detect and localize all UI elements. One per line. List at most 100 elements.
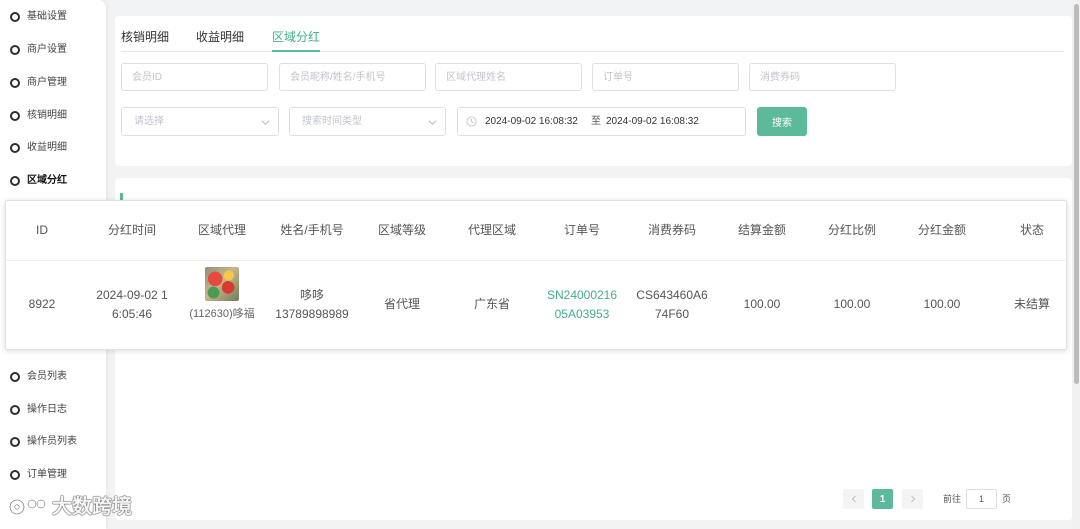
- cell-dividend-ratio: 100.00: [833, 297, 871, 312]
- sidebar-item-label: 商户管理: [27, 77, 67, 88]
- cell-order-no: SN2400021605A03953: [537, 260, 627, 349]
- sidebar-item-label: 核销明细: [27, 110, 67, 121]
- column-header-id: ID: [6, 201, 87, 261]
- chevron-down-icon: [261, 120, 270, 126]
- range-separator: 至: [591, 116, 601, 127]
- dividend-table: ID 分红时间 区域代理 姓名/手机号 区域等级 代理区域 订单号 消费券码 结…: [6, 201, 1066, 349]
- sidebar-item-merchant-settings[interactable]: 商户设置: [0, 42, 104, 58]
- sidebar-item-earnings-details[interactable]: 收益明细: [0, 140, 104, 156]
- sidebar-item-label: 基础设置: [27, 11, 67, 22]
- agent-name-input[interactable]: [435, 63, 582, 91]
- dividend-time-text: 2024-09-02 16:05:46: [96, 287, 168, 321]
- cell-dividend-amount: 100.00: [923, 297, 961, 312]
- prev-page-button[interactable]: [843, 489, 864, 509]
- agent-info: (112630)哆福: [177, 267, 267, 324]
- sidebar-item-basic-settings[interactable]: 基础设置: [0, 9, 104, 25]
- sidebar-item-label: 订单管理: [27, 469, 67, 480]
- date-range-picker[interactable]: 2024-09-02 16:08:32 至 2024-09-02 16:08:3…: [457, 107, 746, 136]
- circle-icon: [10, 372, 20, 382]
- cell-settle-amount: 100.00: [743, 297, 781, 312]
- column-header-settle-amount: 结算金额: [717, 201, 807, 261]
- column-header-dividend-time: 分红时间: [87, 201, 177, 261]
- circle-icon: [10, 176, 20, 186]
- circle-icon: [10, 405, 20, 415]
- select-placeholder: 搜索时间类型: [302, 116, 362, 127]
- member-name: 哆哆: [299, 287, 324, 302]
- tab-regional-dividend[interactable]: 区域分红: [272, 29, 320, 45]
- sidebar-item-label: 收益明细: [27, 142, 67, 153]
- cell-region-level: 省代理: [383, 297, 420, 312]
- column-header-status: 状态: [987, 201, 1066, 261]
- chevron-left-icon: [851, 495, 856, 503]
- cell-name-phone: 哆哆 13789898989: [267, 260, 357, 349]
- region-level-select[interactable]: 请选择: [121, 107, 279, 136]
- column-header-dividend-amount: 分红金额: [897, 201, 987, 261]
- sidebar-item-label: 商户设置: [27, 44, 67, 55]
- circle-icon: [10, 12, 20, 22]
- circle-icon: [10, 437, 20, 447]
- sidebar-item-label: 操作员列表: [27, 436, 77, 447]
- column-header-dividend-ratio: 分红比例: [807, 201, 897, 261]
- circle-icon: [10, 143, 20, 153]
- sidebar-item-label: 会员列表: [27, 371, 67, 382]
- column-header-region-level: 区域等级: [357, 201, 447, 261]
- circle-icon: [10, 78, 20, 88]
- tab-divider: [121, 51, 1064, 52]
- dividend-table-panel: ID 分红时间 区域代理 姓名/手机号 区域等级 代理区域 订单号 消费券码 结…: [5, 200, 1067, 350]
- tab-earnings-details[interactable]: 收益明细: [196, 29, 244, 45]
- search-button[interactable]: 搜索: [757, 107, 807, 136]
- sidebar-item-merchant-management[interactable]: 商户管理: [0, 75, 104, 91]
- sidebar-item-order-management[interactable]: 订单管理: [0, 467, 104, 483]
- filter-card: 核销明细 收益明细 区域分红 请选择 搜索时间类型 2024-09-02 16:…: [115, 16, 1072, 166]
- watermark-logo: [8, 498, 46, 516]
- coupon-code-input[interactable]: [749, 63, 896, 91]
- sidebar-item-operation-log[interactable]: 操作日志: [0, 402, 104, 418]
- circle-icon: [10, 111, 20, 121]
- circle-icon: [10, 45, 20, 55]
- sidebar-item-regional-dividend[interactable]: 区域分红: [0, 173, 104, 189]
- agent-avatar-image: [205, 267, 239, 302]
- cell-status: 未结算: [1013, 297, 1050, 312]
- column-header-coupon-code: 消费券码: [627, 201, 717, 261]
- sidebar-item-label: 操作日志: [27, 404, 67, 415]
- start-date[interactable]: 2024-09-02 16:08:32: [485, 115, 578, 129]
- sidebar-item-member-list[interactable]: 会员列表: [0, 369, 104, 385]
- order-no-input[interactable]: [592, 63, 739, 91]
- chevron-right-icon: [910, 495, 915, 503]
- end-date[interactable]: 2024-09-02 16:08:32: [606, 115, 699, 129]
- cell-id: 8922: [28, 297, 56, 312]
- agent-name: (112630)哆福: [189, 308, 255, 321]
- column-header-agent-region: 代理区域: [447, 201, 537, 261]
- circle-icon: [10, 470, 20, 480]
- sidebar-item-label: 区域分红: [27, 175, 67, 186]
- column-header-order-no: 订单号: [537, 201, 627, 261]
- column-header-name-phone: 姓名/手机号: [267, 201, 357, 261]
- active-tab-indicator: [272, 50, 320, 52]
- select-placeholder: 请选择: [134, 116, 164, 127]
- sidebar-item-operator-list[interactable]: 操作员列表: [0, 434, 104, 450]
- watermark-text: 大数跨境: [52, 496, 132, 518]
- goto-label: 前往: [943, 494, 962, 504]
- coupon-code-text: CS643460A674F60: [636, 287, 708, 321]
- sidebar-item-writeoff-details[interactable]: 核销明细: [0, 108, 104, 124]
- member-id-input[interactable]: [121, 63, 268, 91]
- cell-coupon-code: CS643460A674F60: [627, 260, 717, 349]
- cell-regional-agent: (112630)哆福: [177, 260, 267, 349]
- next-page-button[interactable]: [902, 489, 923, 509]
- member-name-input[interactable]: [279, 63, 426, 91]
- time-type-select[interactable]: 搜索时间类型: [289, 107, 446, 136]
- scrollbar-thumb[interactable]: [1074, 4, 1079, 384]
- cell-agent-region: 广东省: [473, 297, 510, 312]
- page-unit-label: 页: [1002, 494, 1012, 504]
- cell-dividend-time: 2024-09-02 16:05:46: [87, 260, 177, 349]
- page-number-button[interactable]: 1: [872, 489, 893, 509]
- tab-writeoff-details[interactable]: 核销明细: [121, 29, 169, 45]
- order-no-link[interactable]: SN2400021605A03953: [545, 286, 619, 324]
- column-header-regional-agent: 区域代理: [177, 201, 267, 261]
- member-phone: 13789898989: [275, 306, 349, 321]
- table-header-row: ID 分红时间 区域代理 姓名/手机号 区域等级 代理区域 订单号 消费券码 结…: [6, 201, 1066, 261]
- chevron-down-icon: [428, 120, 437, 126]
- goto-page-input[interactable]: [966, 489, 997, 509]
- table-row: 8922 2024-09-02 16:05:46 (112630)哆福 哆哆 1…: [6, 260, 1066, 349]
- clock-icon: [466, 116, 477, 127]
